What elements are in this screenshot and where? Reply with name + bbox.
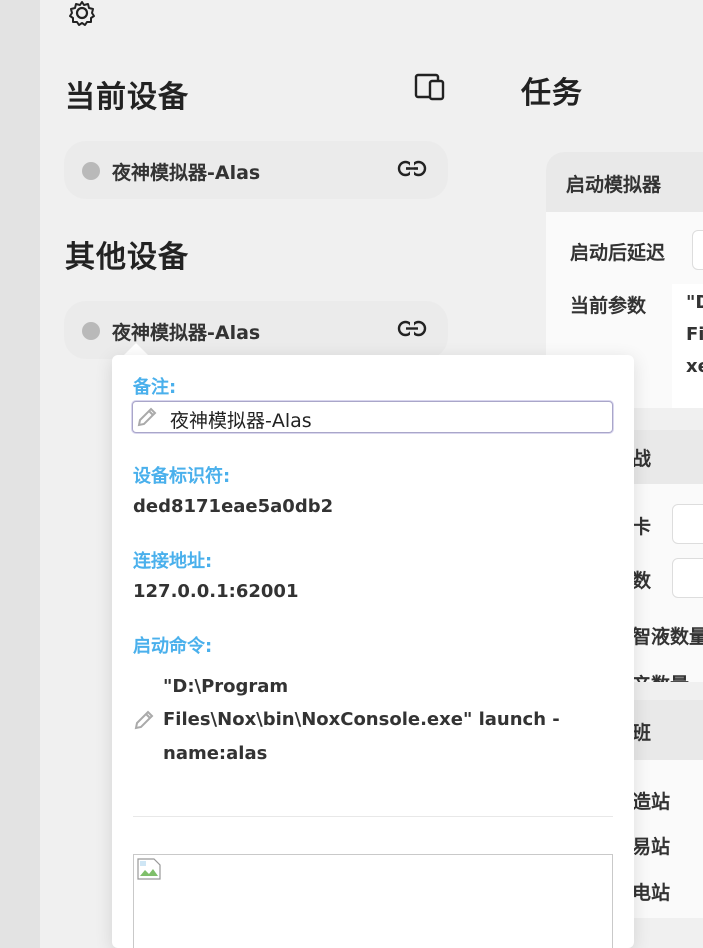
command-line: Files\Nox\bin\NoxConsole.exe" launch - [163, 709, 560, 730]
command-line: "D:\Program [163, 676, 289, 697]
row-label: 电站 [632, 882, 671, 904]
current-devices-title: 当前设备 [65, 80, 189, 115]
panel2-header-fragment: 战 [632, 448, 652, 470]
remark-label: 备注: [133, 377, 177, 398]
divider [133, 816, 613, 817]
row-label: 智液数量 [632, 626, 703, 648]
remark-value: 夜神模拟器-Alas [170, 410, 312, 432]
task-card-title: 启动模拟器 [566, 174, 662, 196]
device-detail-popover: 备注: 夜神模拟器-Alas 设备标识符: ded8171eae5a0db2 连… [112, 355, 634, 948]
link-icon[interactable] [396, 155, 428, 183]
link-icon[interactable] [396, 315, 428, 343]
delay-label: 启动后延迟 [570, 242, 666, 264]
count-input[interactable] [672, 558, 703, 598]
command-line: name:alas [163, 743, 268, 764]
params-label: 当前参数 [570, 295, 647, 317]
row-label: 卡 [632, 516, 652, 538]
device-name: 夜神模拟器-Alas [112, 162, 261, 184]
device-name: 夜神模拟器-Alas [112, 322, 261, 344]
tasks-title: 任务 [521, 76, 583, 111]
params-line: "D [686, 292, 703, 313]
gear-icon[interactable] [67, 0, 97, 28]
delay-input[interactable] [692, 230, 703, 270]
left-sidebar-strip [0, 0, 40, 948]
params-value[interactable]: "D Fi xe [672, 284, 703, 408]
row-label: 造站 [632, 791, 671, 813]
screenshot-image [133, 854, 613, 948]
serial-value: ded8171eae5a0db2 [133, 496, 334, 517]
serial-label: 设备标识符: [133, 466, 231, 487]
other-devices-title: 其他设备 [65, 240, 189, 275]
row-label: 产数量 [632, 670, 689, 682]
row-label: 易站 [632, 836, 671, 858]
task-card-header[interactable]: 启动模拟器 [546, 152, 703, 212]
devices-icon[interactable] [413, 72, 447, 102]
params-line: Fi [686, 324, 703, 345]
pencil-icon[interactable] [135, 406, 159, 428]
remark-input[interactable]: 夜神模拟器-Alas [132, 401, 613, 433]
row-label: 数 [632, 570, 652, 592]
popover-arrow [124, 343, 148, 355]
level-input[interactable] [672, 504, 703, 544]
params-line: xe [686, 356, 703, 377]
current-device-card[interactable]: 夜神模拟器-Alas [64, 141, 448, 199]
pencil-icon[interactable] [132, 707, 156, 731]
address-label: 连接地址: [133, 551, 213, 572]
panel3-header-fragment: 班 [632, 722, 652, 744]
status-dot [82, 162, 100, 180]
address-value: 127.0.0.1:62001 [133, 581, 299, 602]
command-label: 启动命令: [133, 636, 213, 657]
broken-image-icon [137, 858, 161, 880]
status-dot [82, 322, 100, 340]
other-device-card[interactable]: 夜神模拟器-Alas [64, 301, 448, 359]
